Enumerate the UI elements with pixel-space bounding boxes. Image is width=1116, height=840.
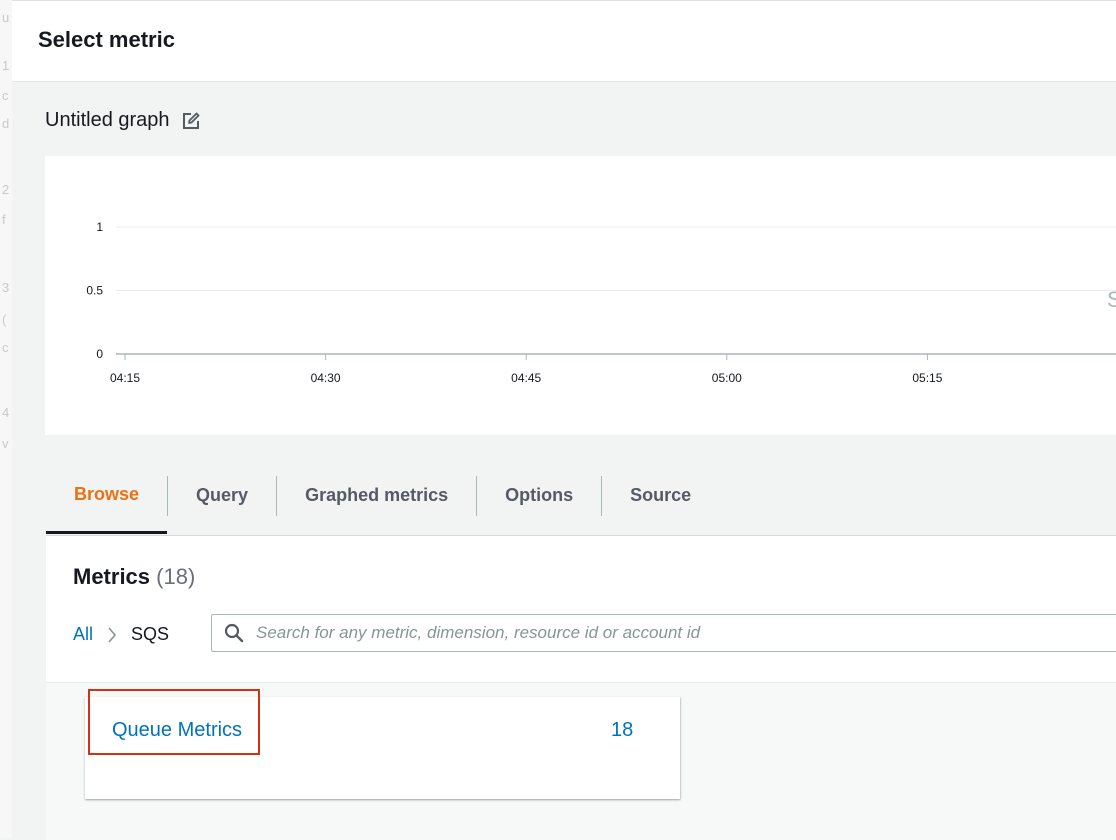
graph-panel: 00.51 04:1504:3004:4505:0005:150 S bbox=[45, 156, 1116, 435]
graph-title-row: Untitled graph bbox=[45, 109, 202, 132]
breadcrumb-current: SQS bbox=[131, 624, 170, 644]
x-tick-label: 05:15 bbox=[912, 371, 942, 385]
search-icon bbox=[224, 623, 244, 643]
tab-source-label: Source bbox=[630, 484, 692, 505]
tab-source[interactable]: Source bbox=[602, 457, 719, 533]
x-tick-label: 04:15 bbox=[110, 371, 140, 385]
y-tick-label: 1 bbox=[96, 220, 103, 234]
breadcrumb: All SQS bbox=[73, 624, 169, 645]
tab-browse[interactable]: Browse bbox=[46, 457, 168, 534]
tab-query-label: Query bbox=[196, 484, 249, 505]
chevron-right-icon bbox=[107, 626, 117, 644]
x-tick-label: 04:30 bbox=[311, 371, 341, 385]
search-box bbox=[211, 614, 1116, 652]
graph-title[interactable]: Untitled graph bbox=[45, 109, 170, 132]
x-tick-label: 05:00 bbox=[712, 371, 742, 385]
metrics-count: (18) bbox=[156, 564, 196, 589]
tab-graphed-metrics-label: Graphed metrics bbox=[305, 484, 449, 505]
tab-graphed-metrics[interactable]: Graphed metrics bbox=[277, 457, 476, 533]
search-input[interactable] bbox=[254, 622, 1078, 644]
metric-card: Queue Metrics 18 bbox=[85, 697, 680, 799]
breadcrumb-all-link[interactable]: All bbox=[73, 624, 93, 645]
x-tick-label: 04:45 bbox=[511, 371, 541, 385]
y-tick-label: 0.5 bbox=[86, 284, 103, 298]
metric-cards-area: Queue Metrics 18 bbox=[46, 682, 1116, 840]
modal-header: Select metric bbox=[12, 1, 1116, 82]
tab-options[interactable]: Options bbox=[477, 457, 601, 533]
graph-overflow-text: S bbox=[1107, 287, 1116, 312]
metrics-heading-text: Metrics bbox=[73, 564, 151, 589]
edit-icon[interactable] bbox=[180, 110, 202, 132]
queue-metrics-count[interactable]: 18 bbox=[611, 719, 633, 742]
select-metric-modal: Select metric Untitled graph 0 0.5 1 04:15… bbox=[12, 0, 1116, 840]
tab-bar: Browse Query Graphed metrics Options Sou… bbox=[46, 457, 1116, 536]
line-chart: 00.51 04:1504:3004:4505:0005:150 bbox=[86, 220, 1116, 385]
tab-options-label: Options bbox=[505, 484, 574, 505]
edit-icon-glyph bbox=[182, 112, 199, 129]
metrics-heading: Metrics (18) bbox=[73, 564, 195, 590]
y-tick-label: 0 bbox=[96, 347, 103, 361]
browse-panel: Metrics (18) All SQS Queue Metrics 18 bbox=[46, 536, 1116, 840]
tab-query[interactable]: Query bbox=[168, 457, 276, 533]
queue-metrics-link[interactable]: Queue Metrics bbox=[112, 719, 242, 742]
tab-browse-label: Browse bbox=[74, 483, 140, 504]
modal-title: Select metric bbox=[38, 27, 175, 52]
